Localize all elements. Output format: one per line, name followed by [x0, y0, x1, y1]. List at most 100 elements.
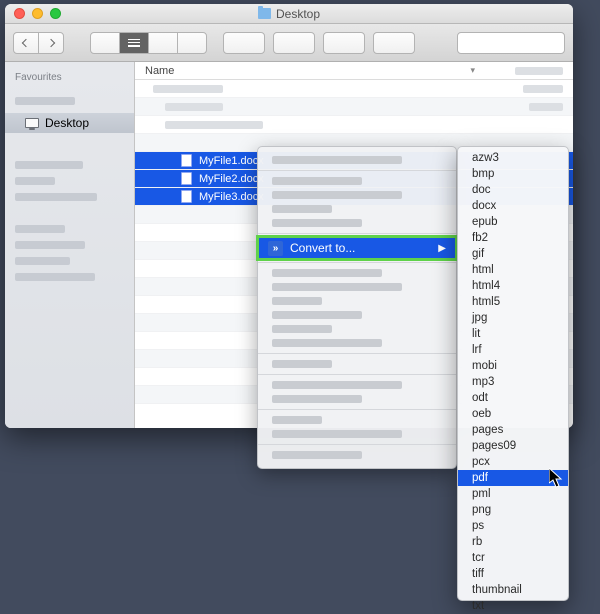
submenu-arrow-icon: ▶ — [438, 243, 446, 254]
back-button[interactable] — [13, 32, 39, 54]
menu-separator — [258, 353, 456, 354]
submenu-item-rb[interactable]: rb — [458, 534, 568, 550]
list-row[interactable] — [135, 80, 573, 98]
submenu-item-tcr[interactable]: tcr — [458, 550, 568, 566]
sidebar-placeholder — [15, 193, 97, 201]
submenu-item-bmp[interactable]: bmp — [458, 166, 568, 182]
submenu-item-lit[interactable]: lit — [458, 326, 568, 342]
menu-item-placeholder[interactable] — [272, 177, 362, 185]
menu-item-placeholder[interactable] — [272, 156, 402, 164]
submenu-item-html4[interactable]: html4 — [458, 278, 568, 294]
submenu-item-mobi[interactable]: mobi — [458, 358, 568, 374]
sidebar-placeholder — [15, 273, 95, 281]
column-name-label: Name — [145, 65, 470, 77]
submenu-item-thumbnail[interactable]: thumbnail — [458, 582, 568, 598]
sidebar: Favourites Desktop — [5, 62, 135, 428]
submenu-item-pages[interactable]: pages — [458, 422, 568, 438]
menu-item-placeholder[interactable] — [272, 395, 362, 403]
menu-item-placeholder[interactable] — [272, 430, 402, 438]
submenu-item-doc[interactable]: doc — [458, 182, 568, 198]
menu-separator — [258, 262, 456, 263]
column-placeholder — [515, 67, 563, 75]
list-icon — [128, 39, 140, 47]
context-menu: » Convert to... ▶ — [257, 146, 457, 469]
toolbar — [5, 24, 573, 62]
submenu-item-docx[interactable]: docx — [458, 198, 568, 214]
submenu-item-pcx[interactable]: pcx — [458, 454, 568, 470]
sidebar-placeholder — [15, 241, 85, 249]
list-row[interactable] — [135, 98, 573, 116]
submenu-item-epub[interactable]: epub — [458, 214, 568, 230]
submenu-item-pages09[interactable]: pages09 — [458, 438, 568, 454]
menu-separator — [258, 444, 456, 445]
convert-submenu: azw3bmpdocdocxepubfb2gifhtmlhtml4html5jp… — [457, 146, 569, 601]
submenu-item-html5[interactable]: html5 — [458, 294, 568, 310]
menu-item-convert-to[interactable]: » Convert to... ▶ — [258, 237, 456, 259]
menu-item-label: Convert to... — [290, 241, 355, 255]
submenu-item-fb2[interactable]: fb2 — [458, 230, 568, 246]
app-icon: » — [268, 241, 283, 256]
toolbar-button[interactable] — [273, 32, 315, 54]
submenu-item-lrf[interactable]: lrf — [458, 342, 568, 358]
submenu-item-mp3[interactable]: mp3 — [458, 374, 568, 390]
submenu-item-gif[interactable]: gif — [458, 246, 568, 262]
menu-item-placeholder[interactable] — [272, 325, 332, 333]
list-row[interactable] — [135, 116, 573, 134]
menu-item-placeholder[interactable] — [272, 297, 322, 305]
sidebar-item-label: Desktop — [45, 116, 89, 130]
submenu-item-pdf[interactable]: pdf — [458, 470, 568, 486]
menu-item-placeholder[interactable] — [272, 381, 402, 389]
search-input[interactable] — [457, 32, 565, 54]
submenu-item-odt[interactable]: odt — [458, 390, 568, 406]
view-icon-button[interactable] — [90, 32, 120, 54]
chevron-left-icon — [22, 38, 30, 46]
submenu-item-jpg[interactable]: jpg — [458, 310, 568, 326]
toolbar-button[interactable] — [223, 32, 265, 54]
view-list-button[interactable] — [119, 32, 149, 54]
menu-item-placeholder[interactable] — [272, 191, 402, 199]
menu-item-placeholder[interactable] — [272, 283, 402, 291]
submenu-item-ps[interactable]: ps — [458, 518, 568, 534]
sidebar-placeholder — [15, 97, 75, 105]
submenu-item-tiff[interactable]: tiff — [458, 566, 568, 582]
sidebar-section-label: Favourites — [5, 68, 134, 89]
folder-icon — [258, 8, 271, 19]
sidebar-item-desktop[interactable]: Desktop — [5, 113, 134, 133]
file-icon — [181, 172, 192, 185]
sort-arrow-icon: ▾ — [470, 65, 475, 76]
menu-item-placeholder[interactable] — [272, 451, 362, 459]
menu-item-placeholder[interactable] — [272, 416, 322, 424]
menu-item-placeholder[interactable] — [272, 311, 362, 319]
submenu-item-txt[interactable]: txt — [458, 598, 568, 614]
menu-separator — [258, 233, 456, 234]
submenu-item-azw3[interactable]: azw3 — [458, 150, 568, 166]
submenu-item-png[interactable]: png — [458, 502, 568, 518]
toolbar-button[interactable] — [323, 32, 365, 54]
menu-item-placeholder[interactable] — [272, 219, 362, 227]
sidebar-placeholder — [15, 177, 55, 185]
view-column-button[interactable] — [148, 32, 178, 54]
submenu-item-oeb[interactable]: oeb — [458, 406, 568, 422]
menu-separator — [258, 409, 456, 410]
file-name: MyFile3.docx — [199, 191, 264, 203]
sidebar-placeholder — [15, 161, 83, 169]
sidebar-placeholder — [15, 225, 65, 233]
menu-item-placeholder[interactable] — [272, 339, 382, 347]
desktop-icon — [25, 118, 39, 128]
menu-item-placeholder[interactable] — [272, 269, 382, 277]
file-icon — [181, 154, 192, 167]
titlebar: Desktop — [5, 4, 573, 24]
view-gallery-button[interactable] — [177, 32, 207, 54]
forward-button[interactable] — [38, 32, 64, 54]
menu-item-placeholder[interactable] — [272, 360, 332, 368]
file-name: MyFile2.docx — [199, 173, 264, 185]
window-title-text: Desktop — [276, 7, 320, 21]
toolbar-button[interactable] — [373, 32, 415, 54]
submenu-item-html[interactable]: html — [458, 262, 568, 278]
column-header[interactable]: Name ▾ — [135, 62, 573, 80]
file-name: MyFile1.docx — [199, 155, 264, 167]
file-icon — [181, 190, 192, 203]
menu-separator — [258, 170, 456, 171]
menu-item-placeholder[interactable] — [272, 205, 332, 213]
submenu-item-pml[interactable]: pml — [458, 486, 568, 502]
